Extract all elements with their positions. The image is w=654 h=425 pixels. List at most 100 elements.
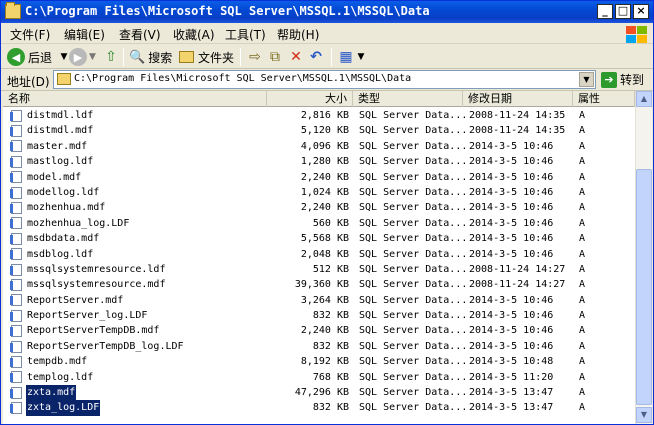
file-type: SQL Server Data... (359, 294, 468, 306)
file-type: SQL Server Data... (359, 356, 468, 368)
file-name-cell: mssqlsystemresource.mdf (10, 277, 166, 292)
undo-icon[interactable]: ↶ (308, 49, 324, 65)
file-attributes: A (579, 310, 586, 322)
file-name: model.mdf (27, 171, 82, 183)
database-file-icon (10, 402, 22, 415)
file-type: SQL Server Data... (359, 233, 468, 245)
file-attributes: A (579, 202, 586, 214)
column-size[interactable]: 大小 (267, 91, 353, 107)
file-attributes: A (579, 125, 586, 137)
table-row[interactable]: msdblog.ldf 2,048 KB SQL Server Data... 201… (3, 247, 635, 262)
file-name-cell: mozhenhua.mdf (10, 200, 106, 215)
file-size: 2,240 KB (300, 171, 349, 183)
database-file-icon (10, 109, 22, 122)
menu-favorites[interactable]: 收藏(A) (173, 26, 215, 43)
move-to-icon[interactable]: ⇨ (247, 49, 263, 65)
column-header: 名称 大小 类型 修改日期 属性 (3, 91, 635, 107)
scroll-up-icon[interactable]: ▲ (636, 91, 652, 107)
views-dropdown-icon[interactable]: ▼ (353, 49, 369, 65)
file-size: 512 KB (312, 263, 349, 275)
maximize-button[interactable]: □ (615, 4, 631, 19)
file-size: 832 KB (312, 340, 349, 352)
minimize-button[interactable]: _ (597, 4, 613, 19)
file-name-cell: zxta_log.LDF (10, 400, 101, 416)
column-modified[interactable]: 修改日期 (463, 91, 573, 107)
vertical-scrollbar[interactable]: ▲ ▼ (635, 91, 652, 424)
table-row[interactable]: distmdl.ldf 2,816 KB SQL Server Data... 200… (3, 108, 635, 123)
file-type: SQL Server Data... (359, 125, 468, 137)
file-name: zxta_log.LDF (26, 400, 101, 416)
table-row[interactable]: distmdl.mdf 5,120 KB SQL Server Data... 200… (3, 123, 635, 138)
file-attributes: A (579, 402, 586, 414)
search-button[interactable]: 🔍 搜索 (129, 47, 172, 67)
file-name: master.mdf (27, 140, 88, 152)
file-attributes: A (579, 294, 586, 306)
menu-edit[interactable]: 编辑(E) (64, 26, 105, 43)
file-name-cell: mozhenhua_log.LDF (10, 216, 130, 231)
table-row[interactable]: msdbdata.mdf 5,568 KB SQL Server Data... 20… (3, 231, 635, 246)
database-file-icon (10, 248, 22, 261)
menu-view[interactable]: 查看(V) (119, 26, 161, 43)
column-attributes[interactable]: 属性 (573, 91, 635, 107)
column-type[interactable]: 类型 (353, 91, 463, 107)
table-row[interactable]: master.mdf 4,096 KB SQL Server Data... 2014… (3, 139, 635, 154)
scroll-down-icon[interactable]: ▼ (636, 407, 652, 423)
database-file-icon (10, 155, 22, 168)
chevron-down-icon[interactable]: ▼ (579, 72, 594, 87)
table-row[interactable]: ReportServer.mdf 3,264 KB SQL Server Data.… (3, 293, 635, 308)
file-size: 1,280 KB (300, 156, 349, 168)
file-size: 8,192 KB (300, 356, 349, 368)
file-size: 832 KB (312, 310, 349, 322)
folders-button[interactable]: 文件夹 (179, 47, 234, 67)
file-name-cell: master.mdf (10, 139, 88, 154)
file-size: 4,096 KB (300, 140, 349, 152)
forward-button[interactable]: ▶ ▼ (69, 47, 96, 67)
toolbar-separator (123, 48, 124, 66)
table-row[interactable]: zxta.mdf 47,296 KB SQL Server Data... 2014-… (3, 385, 635, 401)
column-name[interactable]: 名称 (3, 91, 267, 107)
menu-file[interactable]: 文件(F) (10, 26, 50, 43)
table-row[interactable]: mozhenhua.mdf 2,240 KB SQL Server Data... 2… (3, 200, 635, 215)
file-size: 2,816 KB (300, 110, 349, 121)
back-button[interactable]: ◀ 后退 (7, 47, 52, 67)
folder-icon (5, 2, 21, 19)
file-size: 2,240 KB (300, 325, 349, 337)
file-name: zxta.mdf (26, 385, 77, 401)
table-row[interactable]: templog.ldf 768 KB SQL Server Data... 2014-… (3, 370, 635, 385)
menu-help[interactable]: 帮助(H) (277, 26, 319, 43)
file-size: 39,360 KB (294, 279, 349, 291)
table-row[interactable]: tempdb.mdf 8,192 KB SQL Server Data... 2014… (3, 354, 635, 369)
close-button[interactable]: × (633, 4, 649, 19)
table-row[interactable]: modellog.ldf 1,024 KB SQL Server Data... 20… (3, 185, 635, 200)
explorer-window: C:\Program Files\Microsoft SQL Server\MS… (0, 0, 654, 425)
address-input[interactable]: C:\Program Files\Microsoft SQL Server\MS… (53, 70, 596, 89)
table-row[interactable]: zxta_log.LDF 832 KB SQL Server Data... 2014… (3, 400, 635, 416)
file-size: 560 KB (312, 217, 349, 229)
table-row[interactable]: mssqlsystemresource.ldf 512 KB SQL Server … (3, 262, 635, 277)
table-row[interactable]: mastlog.ldf 1,280 KB SQL Server Data... 201… (3, 154, 635, 169)
back-arrow-icon: ◀ (7, 48, 25, 66)
table-row[interactable]: model.mdf 2,240 KB SQL Server Data... 2014-… (3, 170, 635, 185)
up-folder-icon[interactable]: ⇧ (103, 49, 119, 65)
file-name-cell: msdblog.ldf (10, 247, 94, 262)
menu-tools[interactable]: 工具(T) (225, 26, 266, 43)
go-arrow-icon: ➔ (601, 71, 617, 88)
table-row[interactable]: mozhenhua_log.LDF 560 KB SQL Server Data..… (3, 216, 635, 231)
table-row[interactable]: ReportServerTempDB.mdf 2,240 KB SQL Server… (3, 323, 635, 338)
file-attributes: A (579, 140, 586, 152)
table-row[interactable]: mssqlsystemresource.mdf 39,360 KB SQL Serv… (3, 277, 635, 292)
delete-icon[interactable]: ✕ (288, 49, 304, 65)
file-list[interactable]: 名称 大小 类型 修改日期 属性 distmdl.ldf 2,816 KB SQL … (3, 91, 635, 424)
file-type: SQL Server Data... (359, 371, 468, 383)
table-row[interactable]: ReportServer_log.LDF 832 KB SQL Server Dat… (3, 308, 635, 323)
file-type: SQL Server Data... (359, 248, 468, 260)
go-button[interactable]: ➔ 转到 (601, 71, 644, 88)
file-name: ReportServerTempDB.mdf (27, 325, 160, 337)
file-name-cell: distmdl.mdf (10, 123, 94, 138)
views-icon[interactable]: ▦ (338, 49, 354, 65)
database-file-icon (10, 125, 22, 138)
copy-to-icon[interactable]: ⧉ (267, 49, 283, 65)
scroll-thumb[interactable] (636, 169, 652, 405)
table-row[interactable]: ReportServerTempDB_log.LDF 832 KB SQL Serv… (3, 339, 635, 354)
title-bar[interactable]: C:\Program Files\Microsoft SQL Server\MS… (1, 1, 653, 23)
